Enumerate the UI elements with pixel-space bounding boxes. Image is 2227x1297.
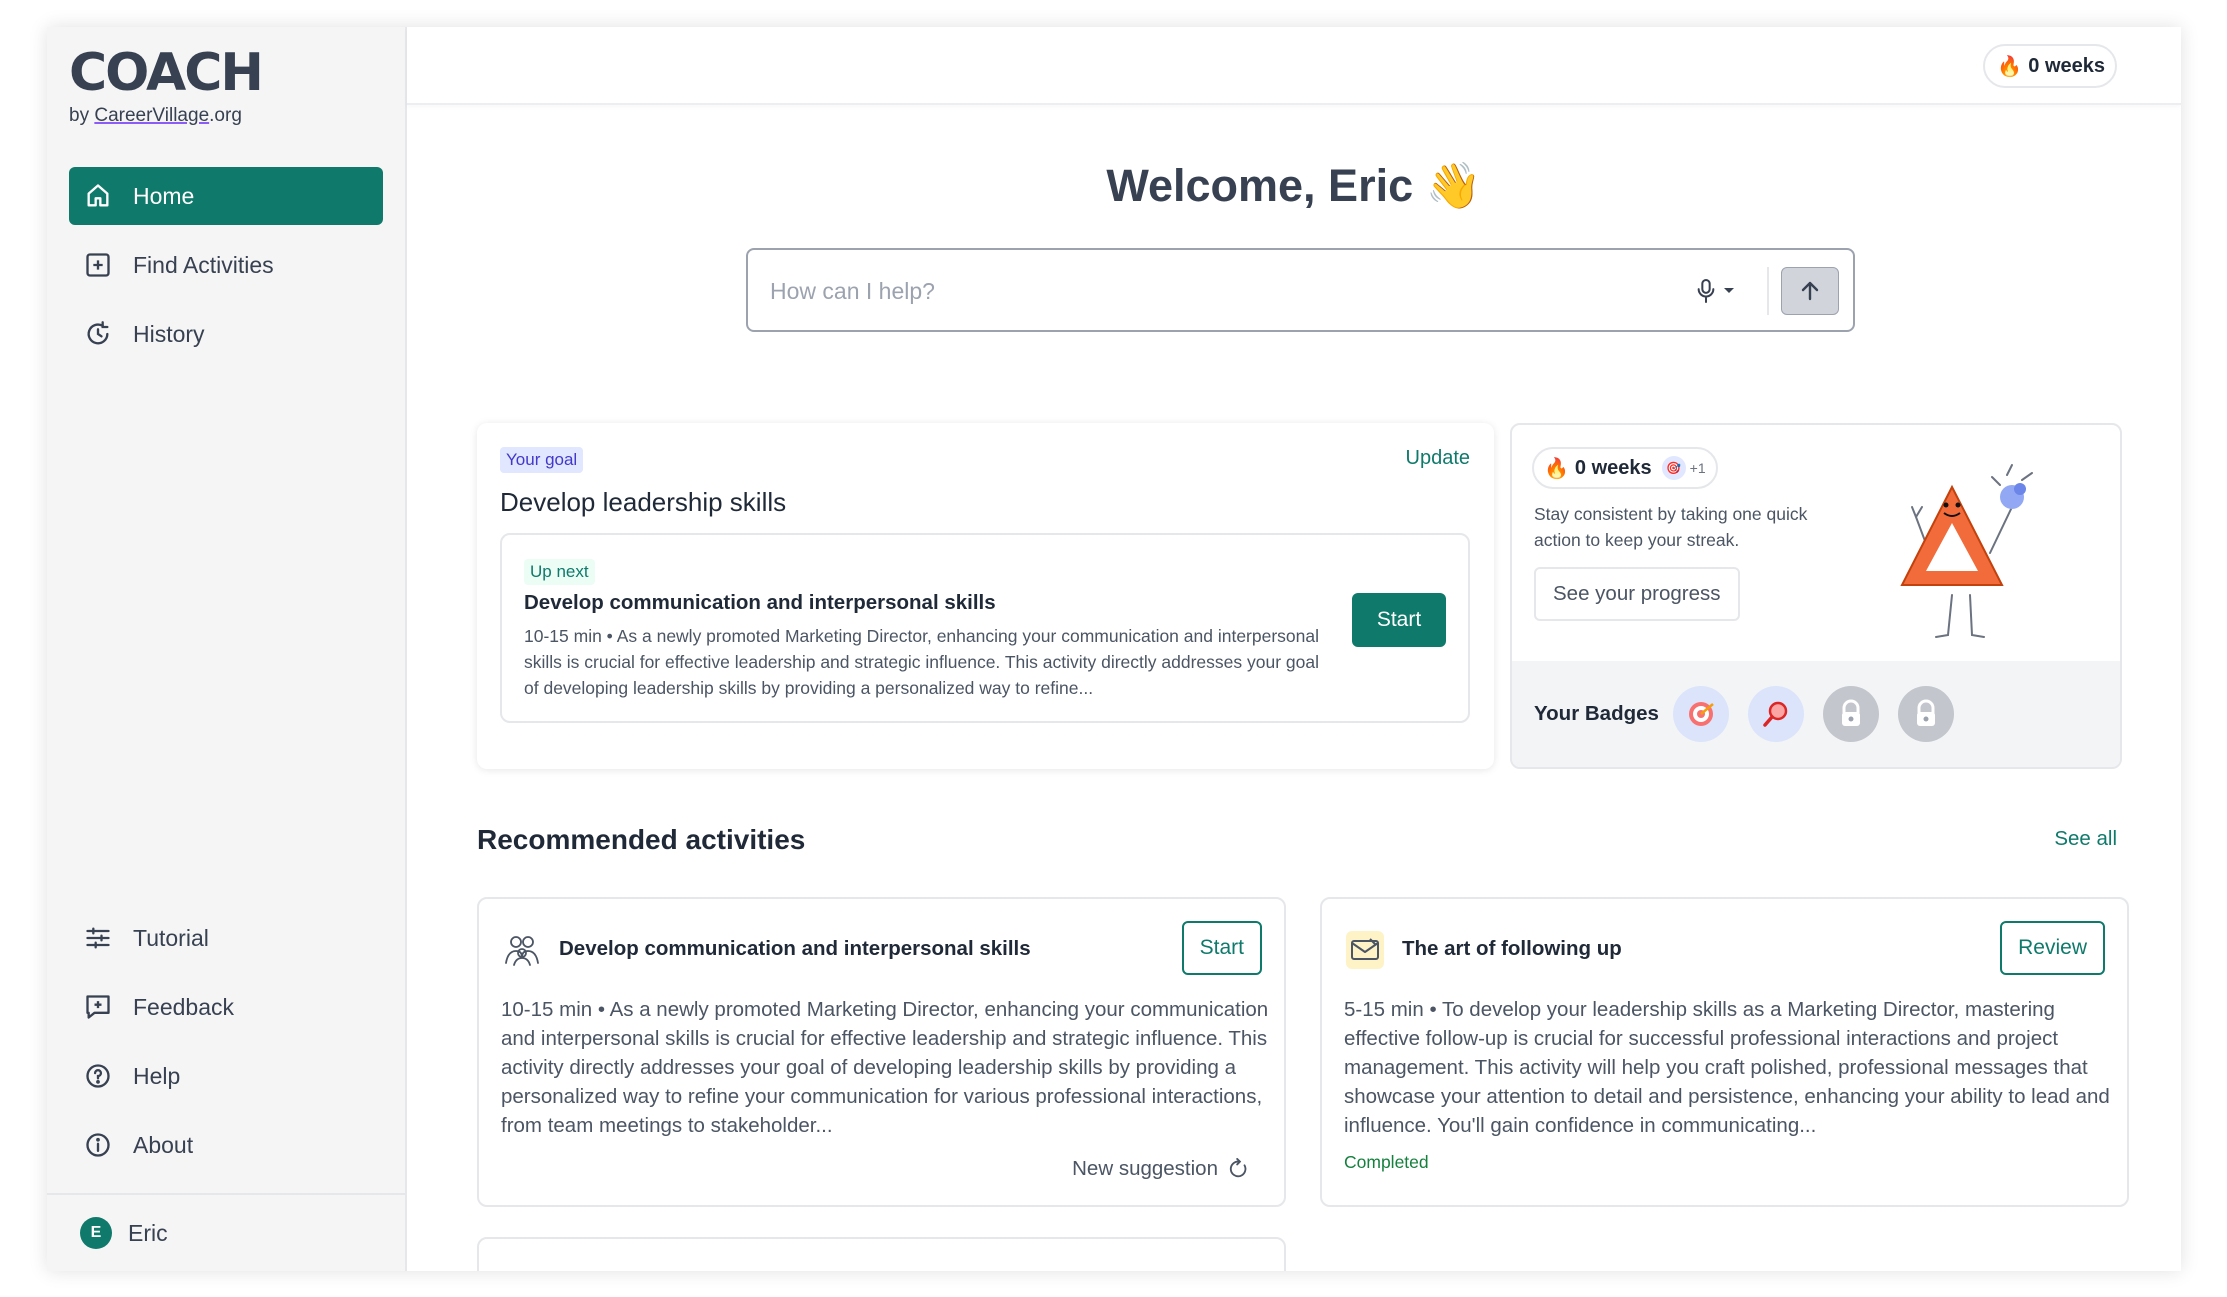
streak-description: Stay consistent by taking one quick acti… [1534,504,1808,550]
recommended-heading: Recommended activities [477,824,806,855]
page-title: Welcome, Eric 👋 [1106,160,1482,211]
wave-emoji-icon: 👋 [1425,160,1482,211]
new-suggestion-label: New suggestion [1072,1157,1218,1180]
magnifier-badge[interactable] [1747,686,1804,742]
streak-value: 0 weeks [1574,456,1652,479]
sidebar-item-history[interactable]: History [69,305,383,363]
sidebar-item-label: Find Activities [133,251,274,278]
sidebar-item-label: History [133,320,205,347]
mascot-illustration [1900,464,2033,638]
home-icon [83,181,113,211]
sidebar-nav-bottom: Tutorial Feedback Help About [69,909,383,1185]
flame-icon: 🔥 [1997,55,2023,78]
sidebar-item-find-activities[interactable]: Find Activities [69,236,383,294]
sidebar-item-label: Home [133,182,195,209]
activity-title: Develop communication and interpersonal … [559,937,1031,960]
goal-title: Develop leadership skills [500,487,787,517]
badges-row: Your Badges [1512,661,2120,767]
streak-pill: 🔥 0 weeks 🎯 +1 [1532,447,1718,489]
magnifier-icon [1763,701,1788,727]
sidebar-item-home[interactable]: Home [69,167,383,225]
up-next-tag: Up next [524,559,595,585]
plus-square-icon [83,250,113,280]
envelope-icon [1346,931,1384,969]
update-goal-link[interactable]: Update [1406,447,1471,470]
up-next-description: 10-15 min • As a newly promoted Marketin… [524,626,1320,698]
up-next-activity: Up next Develop communication and interp… [500,533,1470,723]
search-input[interactable] [770,272,1670,310]
sidebar-item-label: Feedback [133,993,235,1020]
help-circle-icon [83,1061,113,1091]
feedback-icon [83,992,113,1022]
start-button[interactable]: Start [1352,593,1446,647]
streak-value: 0 weeks [2028,54,2105,77]
streak-card: 🔥 0 weeks 🎯 +1 Stay consistent by taking… [1510,423,2122,769]
history-icon [83,319,113,349]
arrow-up-icon [1801,281,1819,301]
see-progress-button[interactable]: See your progress [1534,567,1740,621]
flame-icon: 🔥 [1544,457,1569,480]
user-menu[interactable]: E Eric [47,1193,405,1271]
target-badge[interactable] [1672,686,1729,742]
badges-label: Your Badges [1534,702,1659,725]
refresh-icon [1229,1158,1247,1178]
people-icon [503,931,541,969]
logo[interactable]: COACH by CareerVillage.org [69,43,264,127]
user-name: Eric [128,1219,168,1246]
activity-description: 10-15 min • As a newly promoted Marketin… [501,998,1269,1137]
sliders-icon [83,923,113,953]
lock-icon [1916,699,1935,726]
chevron-down-icon [1724,288,1734,293]
avatar: E [80,1217,112,1249]
sidebar-item-feedback[interactable]: Feedback [69,978,383,1036]
divider [1767,267,1769,315]
activity-description: 5-15 min • To develop your leadership sk… [1344,998,2110,1137]
lock-icon [1841,699,1860,726]
badge-count: +1 [1689,460,1706,476]
topbar: 🔥 0 weeks [407,27,2181,105]
sidebar-item-help[interactable]: Help [69,1047,383,1105]
info-icon [83,1130,113,1160]
sidebar: COACH by CareerVillage.org Home Find Act… [47,27,407,1271]
target-icon: 🎯 [1661,456,1686,480]
logo-wordmark: COACH [69,43,264,103]
sidebar-item-label: Tutorial [133,924,209,951]
goal-tag: Your goal [500,447,584,473]
activity-card[interactable] [477,1237,1286,1271]
new-suggestion-button[interactable]: New suggestion [1072,1157,1250,1181]
activity-card[interactable]: Develop communication and interpersonal … [477,897,1286,1207]
locked-badge[interactable] [1822,686,1879,742]
microphone-button[interactable] [1695,274,1745,308]
target-icon [1688,702,1714,726]
logo-byline: by CareerVillage.org [69,105,242,126]
activity-title: The art of following up [1402,937,1622,960]
activity-card[interactable]: The art of following up Review 5-15 min … [1320,897,2129,1207]
status-badge: Completed [1344,1152,1429,1172]
microphone-icon [1697,278,1715,304]
sidebar-nav-top: Home Find Activities History [69,167,383,374]
app-window: COACH by CareerVillage.org Home Find Act… [47,27,2181,1271]
chat-input-box [746,248,1855,332]
sidebar-item-tutorial[interactable]: Tutorial [69,909,383,967]
sidebar-item-label: About [133,1131,194,1158]
send-button[interactable] [1781,267,1839,315]
sidebar-item-about[interactable]: About [69,1116,383,1174]
goal-card: Your goal Update Develop leadership skil… [477,423,1494,769]
up-next-title: Develop communication and interpersonal … [524,591,996,614]
streak-pill[interactable]: 🔥 0 weeks [1983,44,2117,88]
sidebar-item-label: Help [133,1062,181,1089]
start-button[interactable]: Start [1181,921,1262,975]
review-button[interactable]: Review [2000,921,2105,975]
locked-badge[interactable] [1897,686,1954,742]
see-all-link[interactable]: See all [2054,827,2117,851]
main-content: Welcome, Eric 👋 Your goal Update Develop… [407,105,2181,1271]
